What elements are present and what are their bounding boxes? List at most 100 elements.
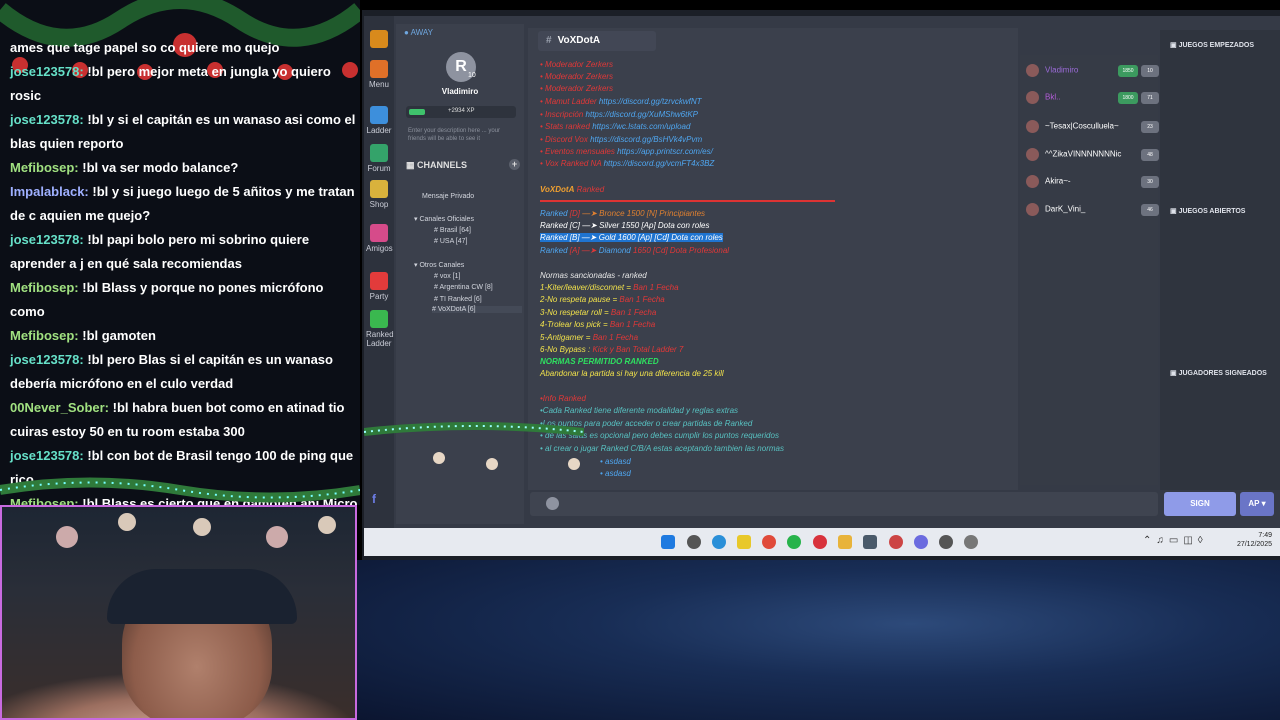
rule-line: 5-Antigamer = Ban 1 Fecha xyxy=(540,333,639,342)
ranked-icon xyxy=(370,310,388,328)
private-message-item[interactable]: Mensaje Privado xyxy=(422,193,474,200)
rank-line: Ranked [D] —➤ Bronce 1500 [N] Principian… xyxy=(540,209,706,218)
edge-icon[interactable] xyxy=(712,535,726,549)
channel-item-usa[interactable]: # USA [47] xyxy=(434,238,467,245)
chat-message: Mefibosep: !bl va ser modo balance? xyxy=(10,156,360,180)
add-channel-button[interactable]: + xyxy=(509,159,520,170)
chat-message: 00Never_Sober: !bl habra buen bot como e… xyxy=(10,396,360,444)
stream-chat-panel: ames que tage papel so co quiere mo quej… xyxy=(0,0,360,505)
channels-icon: ▦ xyxy=(406,160,418,170)
notes-icon[interactable] xyxy=(737,535,751,549)
opera-icon[interactable] xyxy=(813,535,827,549)
steam-icon[interactable] xyxy=(939,535,953,549)
link-line: • Mamut Ladder https://discord.gg/tzrvck… xyxy=(540,97,702,106)
chat-username: 00Never_Sober: xyxy=(10,400,109,415)
url-link[interactable]: https://discord.gg/vcmFT4x3BZ xyxy=(604,159,715,168)
sign-button[interactable]: SIGN xyxy=(1164,492,1236,516)
game-client-icon[interactable] xyxy=(889,535,903,549)
link-line: • Moderador Zerkers xyxy=(540,72,614,81)
member-item[interactable]: ~Tesax|Cosculluela~ xyxy=(1026,120,1119,133)
info-line: •Cada Ranked tiene diferente modalidad y… xyxy=(540,406,739,415)
profile-description[interactable]: Enter your description here ... your fri… xyxy=(408,127,518,143)
level-badge: 10 xyxy=(468,72,476,79)
rank-line-selected: Ranked [B] —➤ Gold 1600 [Ap] [Cd] Dota c… xyxy=(540,233,723,242)
shop-icon xyxy=(370,180,388,198)
folder-icon[interactable] xyxy=(838,535,852,549)
divider xyxy=(540,200,835,202)
facebook-icon[interactable]: f xyxy=(372,492,376,506)
ornaments-icon xyxy=(56,513,336,548)
chat-username: jose123578: xyxy=(10,64,84,79)
allowed-heading: NORMAS PERMITIDO RANKED xyxy=(540,357,659,366)
channel-item-argentina[interactable]: # Argentina CW [8] xyxy=(434,284,493,291)
chat-partial-line: ames que tage papel so co quiere mo quej… xyxy=(10,40,280,55)
rules-heading: Normas sancionadas - ranked xyxy=(540,271,647,280)
chat-username: Mefibosep: xyxy=(10,280,79,295)
link-line: • Moderador Zerkers xyxy=(540,84,614,93)
games-open-header[interactable]: ▣ JUEGOS ABIERTOS xyxy=(1170,207,1245,215)
discord-icon[interactable] xyxy=(914,535,928,549)
channel-title: # VoXDotA xyxy=(538,31,656,51)
member-item[interactable]: ^^ZikaVINNNNNNNic xyxy=(1026,148,1121,161)
chat-username: jose123578: xyxy=(10,112,84,127)
rail-forum[interactable]: Forum xyxy=(366,144,392,173)
member-item[interactable]: DarK_Vini_ xyxy=(1026,203,1085,216)
rail-ladder[interactable]: Ladder xyxy=(366,106,392,135)
member-item[interactable]: Vladimiro xyxy=(1026,64,1078,77)
app-icon[interactable] xyxy=(964,535,978,549)
url-link[interactable]: https://wc.lstats.com/upload xyxy=(592,122,690,131)
channel-item-ti-ranked[interactable]: # TI Ranked [6] xyxy=(434,296,482,303)
signed-players-header[interactable]: ▣ JUGADORES SIGNEADOS xyxy=(1170,369,1267,377)
rail-shop[interactable]: Shop xyxy=(366,180,392,209)
member-level: 23 xyxy=(1141,121,1159,133)
member-level: 71 xyxy=(1141,92,1159,104)
whatsapp-icon[interactable] xyxy=(787,535,801,549)
emoji-icon[interactable] xyxy=(546,497,559,510)
rail-ranked-ladder[interactable]: Ranked Ladder xyxy=(366,310,394,348)
chat-text: !bl gamoten xyxy=(78,328,156,343)
category-otros[interactable]: ▾ Otros Canales xyxy=(414,261,464,269)
chat-message: jose123578: !bl y si el capitán es un wa… xyxy=(10,108,360,156)
channel-item-brasil[interactable]: # Brasil [64] xyxy=(434,227,471,234)
avatar xyxy=(1026,203,1039,216)
channel-item-vox[interactable]: # vox [1] xyxy=(434,273,460,280)
start-icon[interactable] xyxy=(661,535,675,549)
member-item[interactable]: Bkl.. xyxy=(1026,91,1061,104)
store-icon[interactable] xyxy=(863,535,877,549)
url-link[interactable]: https://discord.gg/tzrvckwfNT xyxy=(599,97,702,106)
friends-icon xyxy=(370,224,388,242)
link-line: • Eventos mensuales https://app.printscr… xyxy=(540,147,713,156)
gear-icon xyxy=(370,60,388,78)
chrome-icon[interactable] xyxy=(762,535,776,549)
member-level: 30 xyxy=(1141,176,1159,188)
chat-username: Impalablack: xyxy=(10,184,89,199)
member-item[interactable]: Akira~- xyxy=(1026,175,1071,188)
channel-item-voxdota[interactable]: # VoXDotA [6] xyxy=(432,306,522,313)
info-line: •Info Ranked xyxy=(540,394,586,403)
desktop-wallpaper xyxy=(357,560,1280,720)
rail-menu[interactable]: Menu xyxy=(366,60,392,89)
category-oficiales[interactable]: ▾ Canales Oficiales xyxy=(414,215,474,223)
username: Vladimiro xyxy=(441,87,479,96)
url-link[interactable]: https://app.printscr.com/es/ xyxy=(617,147,713,156)
url-link[interactable]: https://discord.gg/BsHVk4vPvm xyxy=(590,135,702,144)
voxdota-heading: VoXDotA Ranked xyxy=(540,185,605,194)
chat-message: jose123578: !bl pero Blas si el capitán … xyxy=(10,348,360,396)
ap-dropdown[interactable]: AP ▾ xyxy=(1240,492,1274,516)
member-level: 10 xyxy=(1141,65,1159,77)
rail-party[interactable]: Party xyxy=(366,272,392,301)
xp-text: +2934 XP xyxy=(448,108,475,114)
message-input[interactable] xyxy=(530,492,1158,516)
search-icon[interactable] xyxy=(687,535,701,549)
system-tray[interactable]: ⌃♫▭◫◊ xyxy=(1143,535,1208,546)
games-started-header[interactable]: ▣ JUEGOS EMPEZADOS xyxy=(1170,41,1254,49)
app-logo-icon[interactable] xyxy=(366,30,392,50)
url-link[interactable]: https://discord.gg/XuMShw6tKP xyxy=(586,110,699,119)
rail-amigos[interactable]: Amigos xyxy=(366,224,393,253)
avatar xyxy=(1026,91,1039,104)
xp-toggle[interactable] xyxy=(409,109,425,115)
chat-username: jose123578: xyxy=(10,352,84,367)
avatar xyxy=(1026,120,1039,133)
taskbar-clock[interactable]: 7:49 27/12/2025 xyxy=(1228,531,1272,549)
status-badge[interactable]: ● AWAY xyxy=(404,28,433,37)
